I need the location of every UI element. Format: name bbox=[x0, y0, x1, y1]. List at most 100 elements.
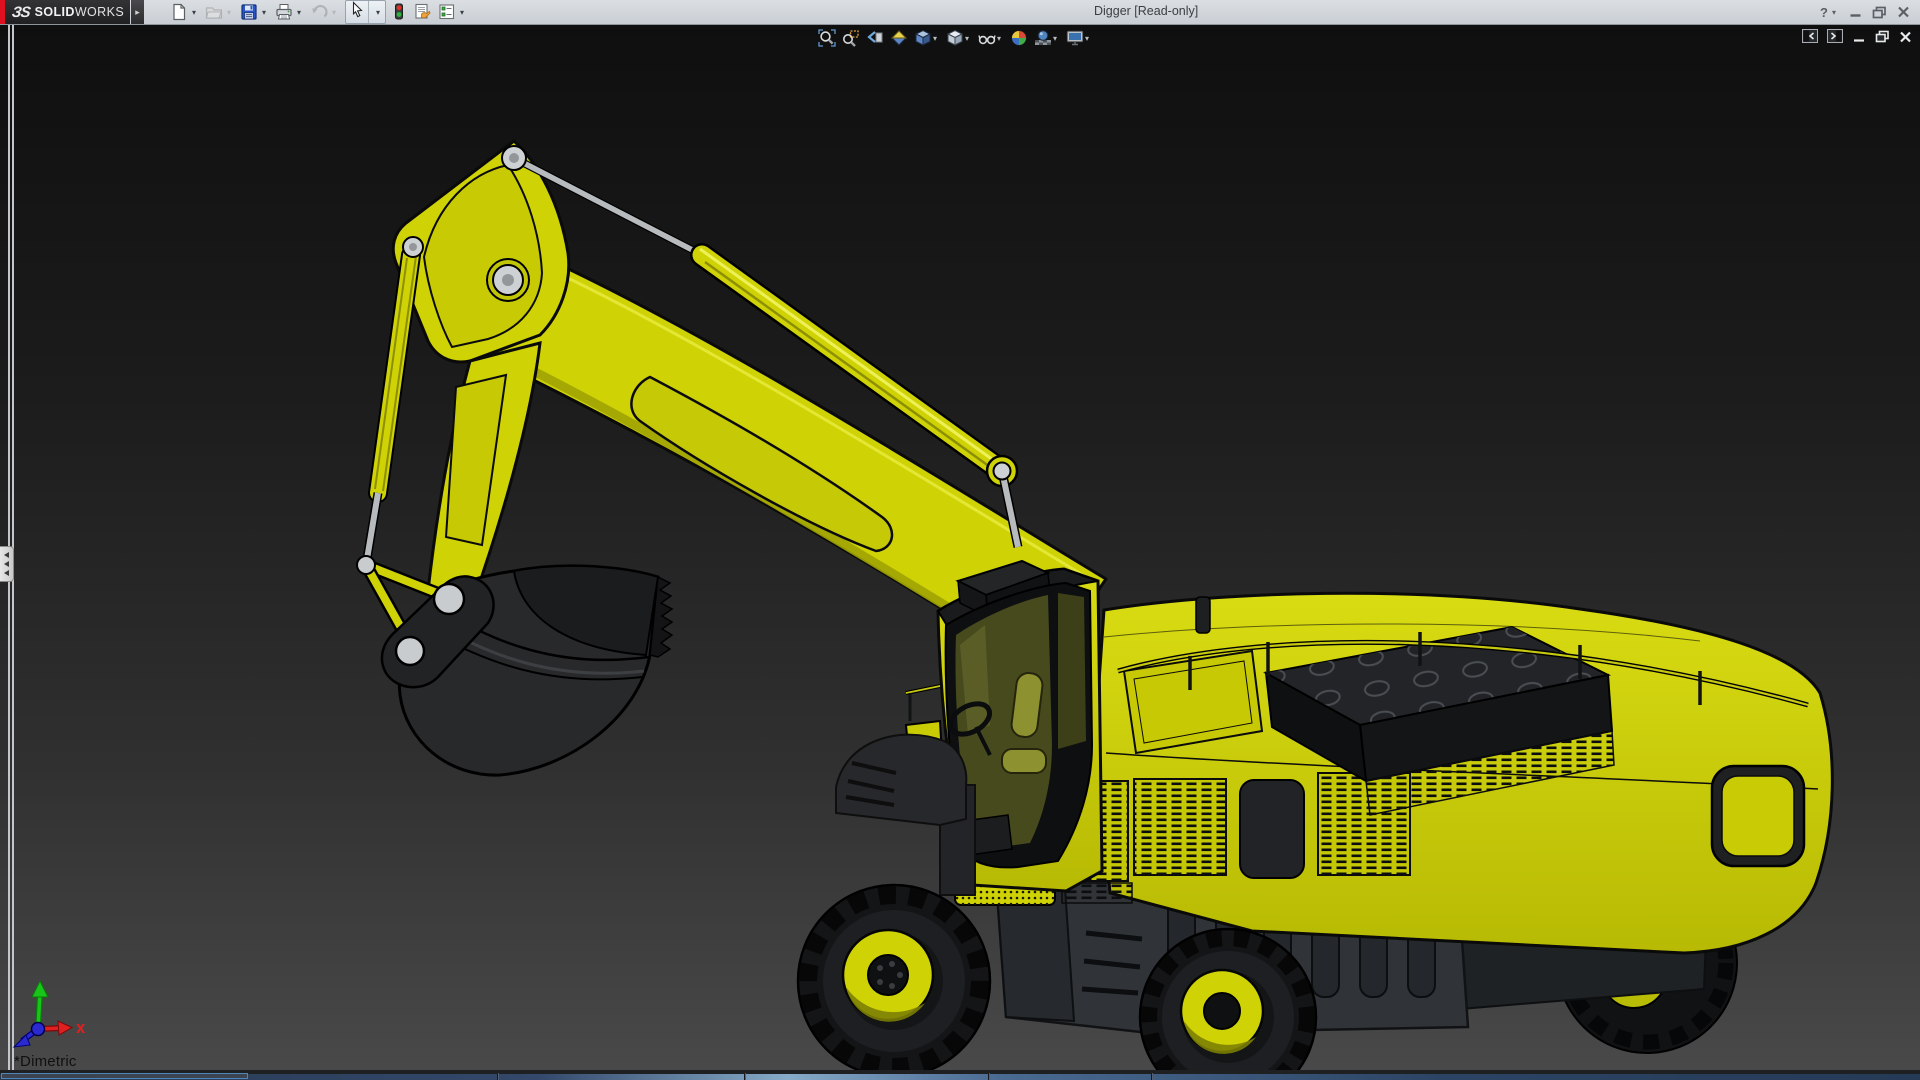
save-icon bbox=[240, 3, 258, 21]
dropdown-caret[interactable]: ▾ bbox=[1085, 34, 1092, 43]
undo-icon bbox=[310, 3, 328, 21]
display-style-button[interactable]: ▾ bbox=[943, 27, 975, 49]
dropdown-caret[interactable]: ▾ bbox=[260, 8, 268, 17]
options-button[interactable]: ▾ bbox=[436, 1, 468, 23]
bucket-cylinder[interactable] bbox=[366, 255, 416, 565]
next-pane-button[interactable] bbox=[1827, 29, 1843, 48]
view-orientation-icon bbox=[914, 29, 932, 47]
apply-scene-button[interactable]: ▾ bbox=[1031, 27, 1063, 49]
graphics-viewport[interactable]: ▾ ▾ ▾ ▾ ▾ bbox=[0, 25, 1920, 1080]
minimize-button[interactable] bbox=[1846, 2, 1864, 22]
restore-document-button[interactable] bbox=[1875, 30, 1890, 48]
brand-name: SOLIDWORKS bbox=[35, 5, 124, 19]
status-separator bbox=[1151, 1073, 1153, 1080]
brand-name-bold: SOLID bbox=[35, 5, 75, 19]
dropdown-caret[interactable]: ▾ bbox=[965, 34, 972, 43]
view-settings-icon bbox=[1066, 29, 1084, 47]
main-toolbar: ▾ ▾ ▾ ▾ ▾ ▾ bbox=[168, 1, 471, 23]
open-button[interactable]: ▾ bbox=[203, 1, 235, 23]
menu-flyout-arrow[interactable]: ▸ bbox=[131, 0, 144, 24]
dropdown-caret[interactable]: ▾ bbox=[997, 34, 1004, 43]
zoom-to-fit-button[interactable] bbox=[815, 27, 839, 49]
dropdown-caret[interactable]: ▾ bbox=[330, 8, 338, 17]
file-properties-icon bbox=[413, 3, 431, 21]
print-icon bbox=[275, 3, 293, 21]
previous-pane-button[interactable] bbox=[1802, 29, 1818, 48]
side-glass bbox=[1058, 593, 1086, 749]
bucket-assembly[interactable] bbox=[382, 566, 672, 775]
edit-appearance-button[interactable] bbox=[1007, 27, 1031, 49]
dropdown-caret[interactable]: ▾ bbox=[295, 8, 303, 17]
minimize-document-button[interactable] bbox=[1852, 30, 1866, 48]
new-document-button[interactable]: ▾ bbox=[168, 1, 200, 23]
previous-view-button[interactable] bbox=[863, 27, 887, 49]
zoom-to-area-button[interactable] bbox=[839, 27, 863, 49]
rebuild-traffic-light-icon bbox=[392, 3, 406, 21]
help-icon[interactable]: ? bbox=[1818, 2, 1830, 22]
side-window bbox=[1240, 780, 1304, 878]
file-properties-button[interactable] bbox=[411, 1, 433, 23]
edit-appearance-icon bbox=[1010, 29, 1028, 47]
restore-button[interactable] bbox=[1870, 2, 1888, 22]
status-bar-band bbox=[0, 1074, 1920, 1080]
select-tool-group: ▾ bbox=[345, 0, 386, 24]
next-pane-icon bbox=[1827, 29, 1843, 48]
previous-pane-icon bbox=[1802, 29, 1818, 48]
close-document-button[interactable] bbox=[1899, 30, 1912, 48]
seat-cushion bbox=[1002, 749, 1046, 773]
restore-document-icon bbox=[1875, 30, 1890, 48]
rebuild-button[interactable] bbox=[390, 1, 408, 23]
front-left-wheel[interactable] bbox=[798, 885, 990, 1077]
print-button[interactable]: ▾ bbox=[273, 1, 305, 23]
front-fender[interactable] bbox=[836, 735, 975, 895]
heads-up-view-toolbar: ▾ ▾ ▾ ▾ ▾ bbox=[815, 27, 1095, 49]
zoom-to-area-icon bbox=[842, 29, 860, 47]
hide-show-items-icon bbox=[978, 29, 996, 47]
close-document-icon bbox=[1899, 30, 1912, 48]
select-cursor-icon bbox=[349, 1, 365, 23]
window-controls: ? ▾ bbox=[1818, 0, 1912, 24]
bucket-link-pin bbox=[396, 637, 424, 665]
select-tool-dropdown[interactable]: ▾ bbox=[368, 1, 385, 23]
previous-view-icon bbox=[866, 29, 884, 47]
collapse-arrow-icon bbox=[4, 561, 9, 567]
new-document-icon bbox=[170, 3, 188, 21]
apply-scene-icon bbox=[1034, 29, 1052, 47]
view-orientation-button[interactable]: ▾ bbox=[911, 27, 943, 49]
help-dropdown-caret[interactable]: ▾ bbox=[1832, 8, 1840, 17]
view-settings-button[interactable]: ▾ bbox=[1063, 27, 1095, 49]
save-button[interactable]: ▾ bbox=[238, 1, 270, 23]
dropdown-caret[interactable]: ▾ bbox=[1053, 34, 1060, 43]
dropdown-caret[interactable]: ▾ bbox=[225, 8, 233, 17]
brand-name-light: WORKS bbox=[75, 5, 124, 19]
section-view-button[interactable] bbox=[887, 27, 911, 49]
display-style-icon bbox=[946, 29, 964, 47]
brand-glyph: ЗS bbox=[11, 4, 31, 21]
zoom-to-fit-icon bbox=[818, 29, 836, 47]
dropdown-caret[interactable]: ▾ bbox=[458, 8, 466, 17]
status-separator bbox=[988, 1073, 990, 1080]
triad-x-label: X bbox=[76, 1022, 86, 1036]
cab[interactable] bbox=[906, 561, 1102, 891]
dropdown-caret[interactable]: ▾ bbox=[933, 34, 940, 43]
excavator-model[interactable] bbox=[0, 25, 1920, 1080]
flyout-arrow-icon: ▸ bbox=[135, 7, 140, 17]
document-window-controls bbox=[1802, 29, 1912, 48]
section-view-icon bbox=[890, 29, 908, 47]
undo-button[interactable]: ▾ bbox=[308, 1, 340, 23]
exhaust-pipe bbox=[1196, 597, 1210, 633]
select-tool-button[interactable] bbox=[346, 1, 368, 23]
open-icon bbox=[205, 3, 223, 21]
dropdown-caret[interactable]: ▾ bbox=[190, 8, 198, 17]
reference-triad: X bbox=[0, 975, 130, 1065]
logo-red-strip bbox=[0, 0, 5, 24]
dropdown-caret: ▾ bbox=[374, 8, 382, 17]
title-bar: ЗS SOLIDWORKS ▸ ▾ ▾ ▾ ▾ ▾ bbox=[0, 0, 1920, 25]
bucket-pin bbox=[434, 584, 464, 614]
close-button[interactable] bbox=[1894, 2, 1912, 22]
hide-show-items-button[interactable]: ▾ bbox=[975, 27, 1007, 49]
status-separator bbox=[497, 1073, 499, 1080]
solidworks-logo: ЗS SOLIDWORKS bbox=[0, 0, 130, 24]
feature-panel-collapse-tab[interactable] bbox=[0, 546, 14, 582]
minimize-document-icon bbox=[1852, 30, 1866, 48]
